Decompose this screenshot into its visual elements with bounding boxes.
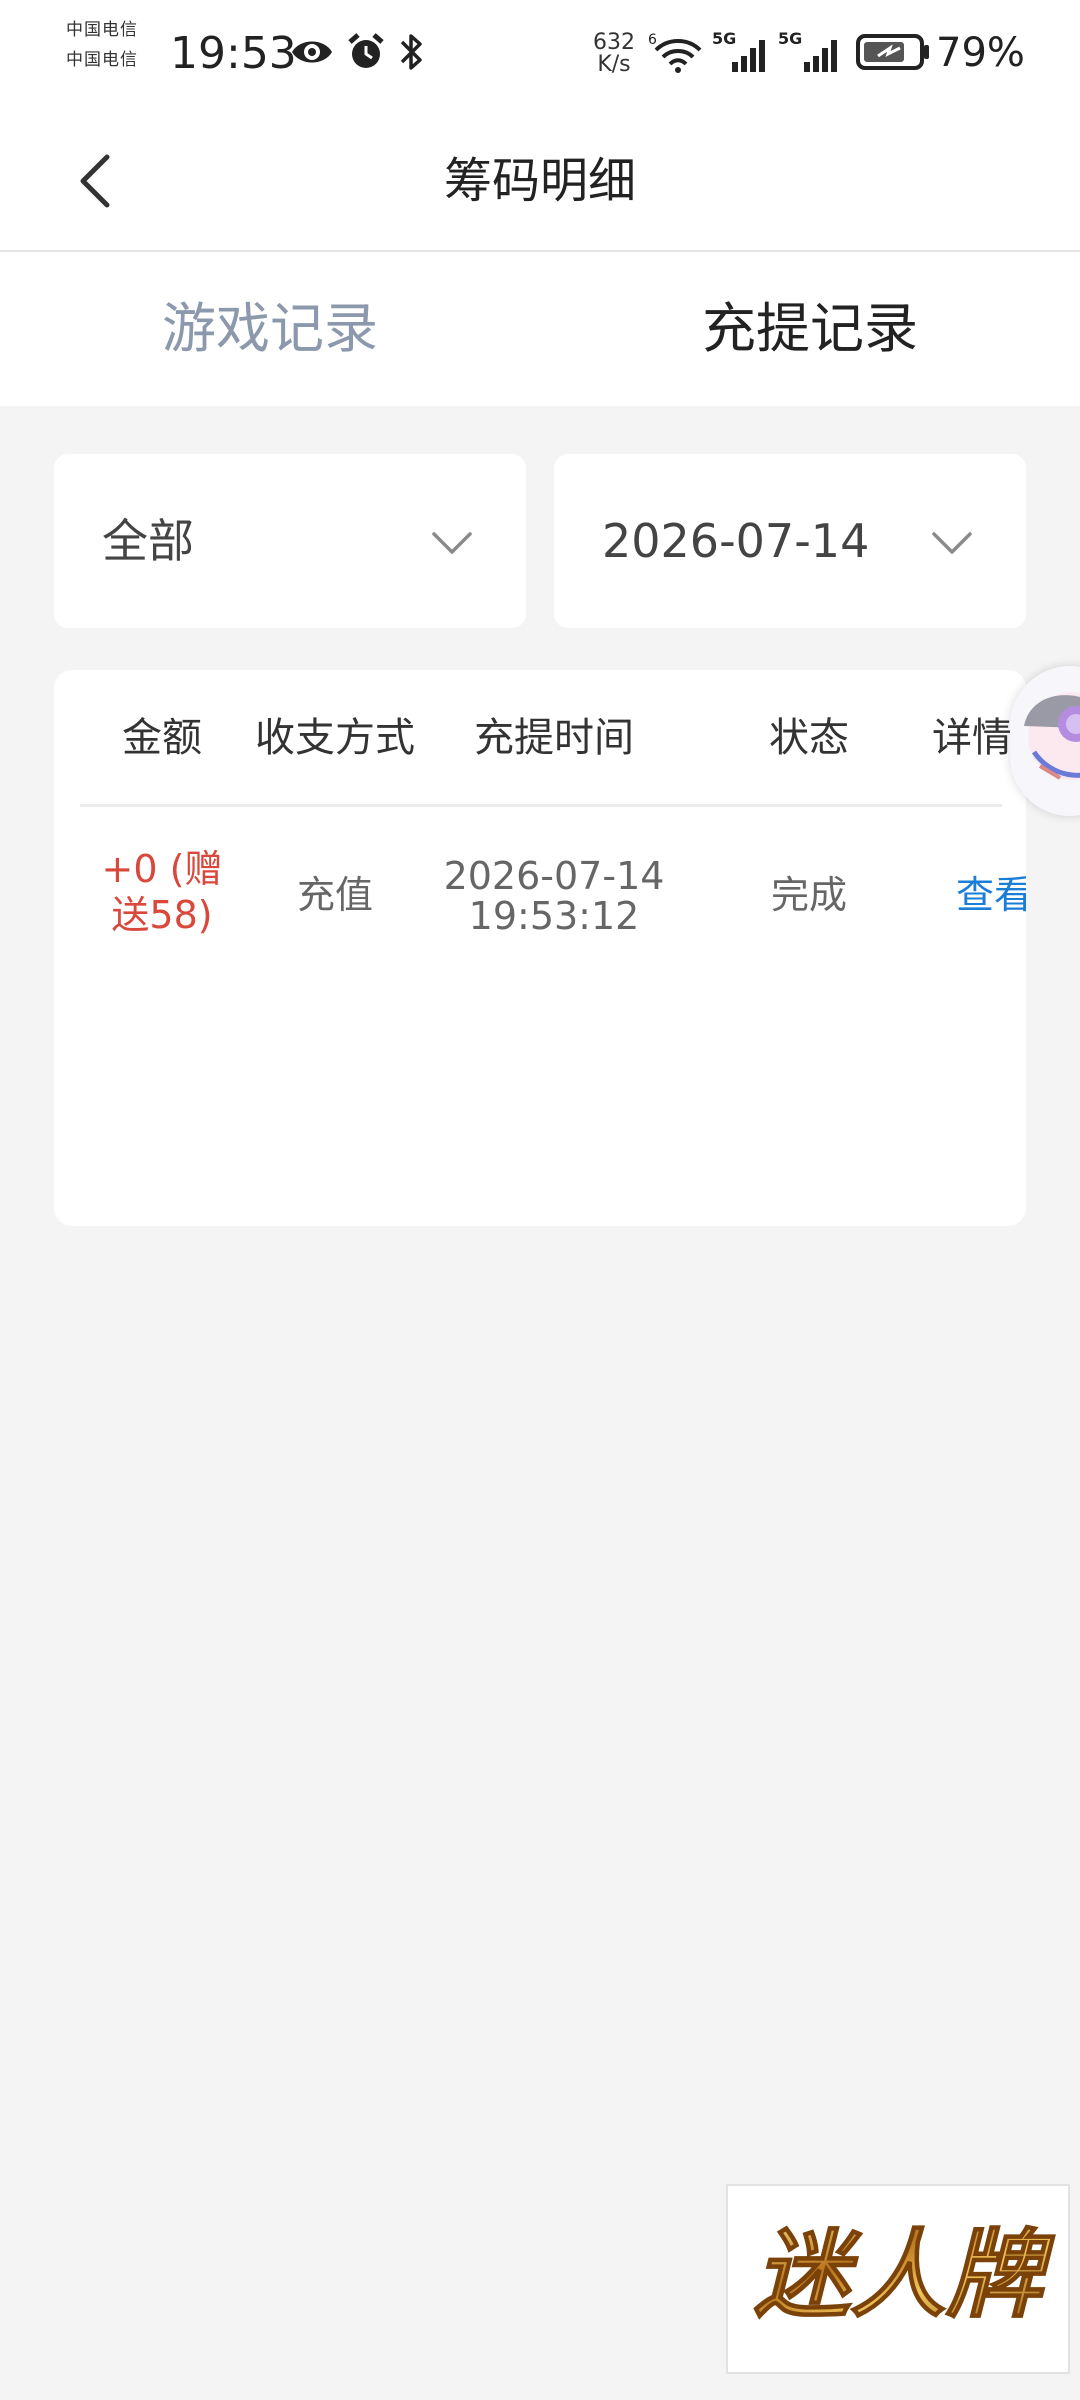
column-header-detail: 详情 xyxy=(932,715,1012,761)
column-header-status: 状态 xyxy=(769,715,849,761)
back-button[interactable] xyxy=(60,138,130,224)
row-status: 完成 xyxy=(770,873,847,917)
chevron-down-icon xyxy=(932,532,972,554)
svg-text:5G: 5G xyxy=(778,30,802,48)
alarm-icon xyxy=(348,33,384,68)
column-header-method: 收支方式 xyxy=(255,715,415,761)
svg-text:迷人牌: 迷人牌 xyxy=(754,2219,1055,2331)
column-header-amount: 金额 xyxy=(122,715,202,761)
table-header: 金额 收支方式 充提时间 状态 详情 xyxy=(54,670,1026,804)
tab-deposit-withdraw-records[interactable]: 充提记录 xyxy=(540,252,1080,406)
eye-icon xyxy=(292,41,332,63)
tab-game-records[interactable]: 游戏记录 xyxy=(0,252,540,406)
brand-logo-image: 迷人牌 xyxy=(753,2218,1055,2332)
bluetooth-icon xyxy=(400,34,422,70)
svg-text:5G: 5G xyxy=(712,30,736,48)
svg-text:6: 6 xyxy=(648,32,657,48)
carrier-line-1: 中国电信 xyxy=(66,20,138,40)
net-speed: 632 K/s xyxy=(588,32,640,76)
type-filter-value: 全部 xyxy=(102,514,194,568)
carrier-line-2: 中国电信 xyxy=(66,50,138,70)
date-filter-dropdown[interactable]: 2026-07-14 xyxy=(554,454,1026,628)
battery-charging-icon xyxy=(856,34,929,70)
records-table: 金额 收支方式 充提时间 状态 详情 +0 (赠送58) 充值 2026-07-… xyxy=(54,670,1026,1226)
chevron-left-icon xyxy=(80,154,110,208)
app-header: 筹码明细 xyxy=(0,112,1080,252)
row-date: 2026-07-14 xyxy=(443,854,665,898)
status-bar: 中国电信 中国电信 19:53 632 K/s 6 5G 5G 79% xyxy=(0,0,1080,112)
row-time: 19:53:12 xyxy=(468,894,640,938)
chevron-down-icon xyxy=(432,532,472,554)
battery-percent: 79% xyxy=(936,30,1025,76)
carrier-label: 中国电信 中国电信 xyxy=(66,22,162,84)
signal-5g-icon: 5G xyxy=(712,30,765,72)
row-method: 充值 xyxy=(296,873,373,917)
header-divider xyxy=(80,804,1002,807)
net-speed-unit: K/s xyxy=(597,52,631,77)
tab-bar: 游戏记录 充提记录 xyxy=(0,252,1080,406)
signal-5g-icon: 5G xyxy=(778,30,837,72)
column-header-time: 充提时间 xyxy=(474,715,634,761)
status-time: 19:53 xyxy=(170,28,297,79)
date-filter-value: 2026-07-14 xyxy=(602,514,870,568)
wifi-icon: 6 xyxy=(648,32,702,73)
brand-logo: 迷人牌 xyxy=(726,2184,1070,2374)
type-filter-dropdown[interactable]: 全部 xyxy=(54,454,526,628)
net-speed-value: 632 xyxy=(593,30,635,55)
row-datetime: 2026-07-14 19:53:12 xyxy=(434,856,674,936)
row-detail-link[interactable]: 查看 xyxy=(956,870,1026,920)
row-amount: +0 (赠送58) xyxy=(101,847,223,937)
page-title: 筹码明细 xyxy=(443,153,636,209)
